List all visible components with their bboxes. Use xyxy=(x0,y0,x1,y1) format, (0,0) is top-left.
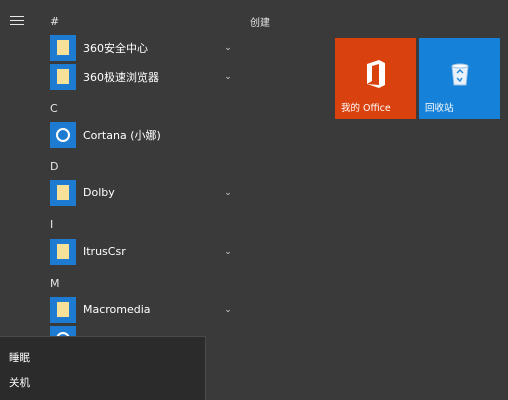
tile-group-title[interactable]: 创建 xyxy=(250,14,270,29)
app-label: 360极速浏览器 xyxy=(83,70,159,84)
app-tile xyxy=(50,63,76,90)
shutdown-option[interactable]: 关机 xyxy=(9,375,30,390)
group-letter-m[interactable]: M xyxy=(50,277,60,290)
chevron-down-icon[interactable]: ⌄ xyxy=(222,188,234,198)
group-letter-hash[interactable]: # xyxy=(50,15,59,28)
chevron-down-icon[interactable]: ⌄ xyxy=(222,43,234,53)
app-item-360-security[interactable]: 360安全中心 ⌄ xyxy=(50,34,234,61)
group-letter-d[interactable]: D xyxy=(50,160,58,173)
app-tile xyxy=(50,34,76,61)
tile-label: 我的 Office xyxy=(341,103,391,114)
app-item-cortana[interactable]: Cortana (小娜) xyxy=(50,121,234,148)
tile-my-office[interactable]: 我的 Office xyxy=(335,38,416,119)
sleep-option[interactable]: 睡眠 xyxy=(9,350,30,365)
chevron-down-icon[interactable]: ⌄ xyxy=(222,72,234,82)
app-label: 360安全中心 xyxy=(83,41,148,55)
recycle-bin-icon xyxy=(451,63,469,86)
app-tile xyxy=(50,121,76,148)
app-tile xyxy=(50,179,76,206)
power-menu: 睡眠 关机 xyxy=(0,336,206,400)
app-tile xyxy=(50,296,76,323)
app-label: Cortana (小娜) xyxy=(83,128,161,142)
app-item-macromedia[interactable]: Macromedia ⌄ xyxy=(50,296,234,323)
office-icon xyxy=(367,60,385,88)
cortana-icon xyxy=(56,127,70,142)
app-tile xyxy=(50,238,76,265)
app-item-360-browser[interactable]: 360极速浏览器 ⌄ xyxy=(50,63,234,90)
app-label: Macromedia xyxy=(83,303,151,316)
app-label: ItrusCsr xyxy=(83,245,126,258)
chevron-down-icon[interactable]: ⌄ xyxy=(222,305,234,315)
folder-icon xyxy=(57,69,69,84)
tile-label: 回收站 xyxy=(425,103,454,114)
folder-icon xyxy=(57,244,69,259)
chevron-down-icon[interactable]: ⌄ xyxy=(222,247,234,257)
app-item-dolby[interactable]: Dolby ⌄ xyxy=(50,179,234,206)
folder-icon xyxy=(57,185,69,200)
tile-recycle-bin[interactable]: 回收站 xyxy=(419,38,500,119)
folder-icon xyxy=(57,302,69,317)
folder-icon xyxy=(57,40,69,55)
app-item-itruscsr[interactable]: ItrusCsr ⌄ xyxy=(50,238,234,265)
group-letter-i[interactable]: I xyxy=(50,218,53,231)
app-label: Dolby xyxy=(83,186,115,199)
hamburger-menu-icon[interactable] xyxy=(10,16,24,26)
group-letter-c[interactable]: C xyxy=(50,102,58,115)
